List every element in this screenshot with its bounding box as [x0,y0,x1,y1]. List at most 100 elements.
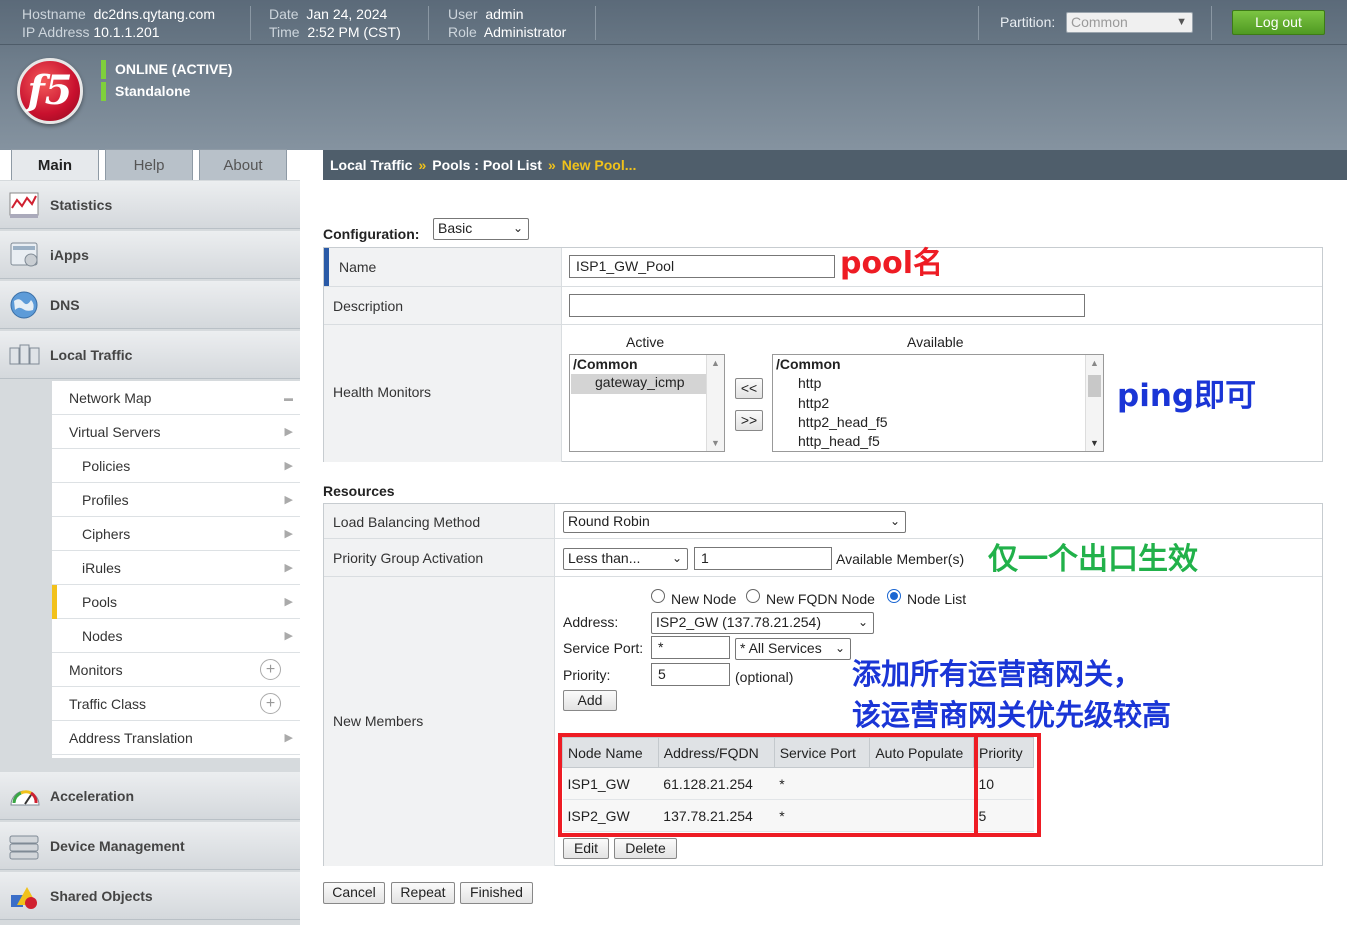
list-item[interactable]: http2 [798,395,829,411]
logout-button[interactable]: Log out [1232,10,1325,35]
cell-auto-populate [869,767,974,800]
radio-new-fqdn-node[interactable] [746,589,760,603]
sidebar-section-device-management[interactable]: Device Management [0,822,300,870]
active-monitors-list[interactable]: /Common gateway_icmp ▲ ▼ [569,354,725,452]
move-right-button[interactable]: >> [735,410,763,431]
cell-address: 137.78.21.254 [658,799,775,832]
finished-button[interactable]: Finished [460,882,533,904]
scroll-up-icon: ▲ [711,358,720,368]
priority-input[interactable]: 5 [651,663,730,686]
table-row[interactable]: ISP1_GW 61.128.21.254 * 10 [562,767,1034,800]
partition-value: Common [1071,14,1128,30]
sidebar-section-local-traffic[interactable]: Local Traffic [0,331,300,379]
delete-member-button[interactable]: Delete [614,838,677,859]
partition-select[interactable]: Common ▼ [1066,12,1193,33]
sidebar-section-dns[interactable]: DNS [0,281,300,329]
table-row[interactable]: ISP2_GW 137.78.21.254 * 5 [562,799,1034,832]
sidebar-item-label: Address Translation [69,730,193,746]
cancel-button[interactable]: Cancel [323,882,385,904]
status-online: ONLINE (ACTIVE) [101,60,232,79]
cell-priority: 10 [973,767,1034,800]
host-info: Hostname dc2dns.qytang.com IP Address 10… [22,5,215,41]
sidebar-item-network-map[interactable]: Network Map ▬ [52,381,300,415]
f5-logo: f5 [17,58,83,124]
address-select[interactable]: ISP2_GW (137.78.21.254) ⌄ [651,612,874,634]
add-icon[interactable]: + [260,693,281,714]
list-item[interactable]: http2_head_f5 [798,414,888,430]
sidebar-item-address-translation[interactable]: Address Translation ▶ [52,721,300,755]
active-marker [52,585,57,619]
ip-label: IP Address [22,24,90,40]
table-header-row: Node Name Address/FQDN Service Port Auto… [562,737,1034,768]
lb-method-select[interactable]: Round Robin ⌄ [563,511,906,533]
column-header[interactable]: Address/FQDN [657,737,775,768]
user-info: User admin Role Administrator [448,5,566,41]
sidebar-item-pools[interactable]: Pools ▶ [52,585,300,619]
breadcrumb-pool-list[interactable]: Pools : Pool List [432,157,542,173]
add-member-button[interactable]: Add [563,690,617,711]
column-header[interactable]: Service Port [773,737,871,768]
list-item-selected[interactable]: gateway_icmp [571,374,706,394]
chevron-down-icon: ⌄ [512,221,523,235]
sidebar-item-irules[interactable]: iRules ▶ [52,551,300,585]
sidebar-item-profiles[interactable]: Profiles ▶ [52,483,300,517]
priority-label: Priority: [563,667,611,683]
tab-main[interactable]: Main [11,149,99,181]
repeat-button[interactable]: Repeat [391,882,455,904]
pga-count-input[interactable]: 1 [694,547,832,570]
sidebar-item-nodes[interactable]: Nodes ▶ [52,619,300,653]
pga-select[interactable]: Less than... ⌄ [563,548,688,570]
column-header[interactable]: Auto Populate [869,737,975,768]
sidebar-section-acceleration[interactable]: Acceleration [0,772,300,820]
chevron-down-icon: ▼ [1176,16,1187,28]
list-item[interactable]: /Common [776,356,841,372]
name-label-cell: Name [324,248,562,286]
local-traffic-submenu: Network Map ▬ Virtual Servers ▶ Policies ▶ … [52,381,300,758]
sidebar-section-statistics[interactable]: Statistics [0,181,300,229]
time-value: 2:52 PM (CST) [307,24,401,40]
scroll-thumb[interactable] [1088,375,1101,397]
tab-help[interactable]: Help [105,149,193,181]
ip-value: 10.1.1.201 [93,24,160,40]
description-input[interactable] [569,294,1085,317]
configuration-mode-value: Basic [438,220,473,236]
divider [250,6,251,40]
column-header[interactable]: Priority [973,737,1034,768]
add-icon[interactable]: + [260,659,281,680]
available-monitors-list[interactable]: /Common http http2 http2_head_f5 http_he… [772,354,1104,452]
chevron-right-icon: ▶ [284,732,293,744]
move-left-button[interactable]: << [735,378,763,399]
sidebar-section-iapps[interactable]: iApps [0,231,300,279]
list-item[interactable]: http [798,375,821,391]
edit-member-button[interactable]: Edit [563,838,609,859]
annotation-pool-name: pool名 [840,246,943,281]
breadcrumb-current: New Pool... [561,157,637,173]
sidebar-section-shared-objects[interactable]: Shared Objects [0,872,300,920]
column-header[interactable]: Node Name [562,737,659,768]
chevron-down-icon: ⌄ [889,514,900,528]
breadcrumb-local-traffic[interactable]: Local Traffic [330,157,412,173]
radio-node-list[interactable] [887,589,901,603]
annotation-add-gateways-line1: 添加所有运营商网关， [852,657,1143,691]
service-select[interactable]: * All Services ⌄ [735,638,851,660]
tab-about[interactable]: About [199,149,287,181]
sidebar-item-monitors[interactable]: Monitors + [52,653,300,687]
radio-new-node-label: New Node [671,591,737,607]
list-item[interactable]: http_head_f5 [798,433,880,449]
cell-address: 61.128.21.254 [658,767,775,800]
sidebar-item-traffic-class[interactable]: Traffic Class + [52,687,300,721]
sidebar-item-ciphers[interactable]: Ciphers ▶ [52,517,300,551]
configuration-mode-select[interactable]: Basic ⌄ [433,218,529,240]
scrollbar[interactable]: ▲ ▼ [1085,355,1103,451]
scroll-down-icon: ▼ [711,438,720,448]
sidebar-item-virtual-servers[interactable]: Virtual Servers ▶ [52,415,300,449]
radio-new-node[interactable] [651,589,665,603]
scrollbar[interactable]: ▲ ▼ [706,355,724,451]
name-input[interactable]: ISP1_GW_Pool [569,255,835,278]
sidebar-label: iApps [50,247,89,263]
chevron-right-icon: ▶ [284,596,293,608]
service-port-input[interactable]: * [651,636,730,659]
health-monitors-label: Health Monitors [333,384,432,400]
list-item[interactable]: /Common [573,356,638,372]
sidebar-item-policies[interactable]: Policies ▶ [52,449,300,483]
